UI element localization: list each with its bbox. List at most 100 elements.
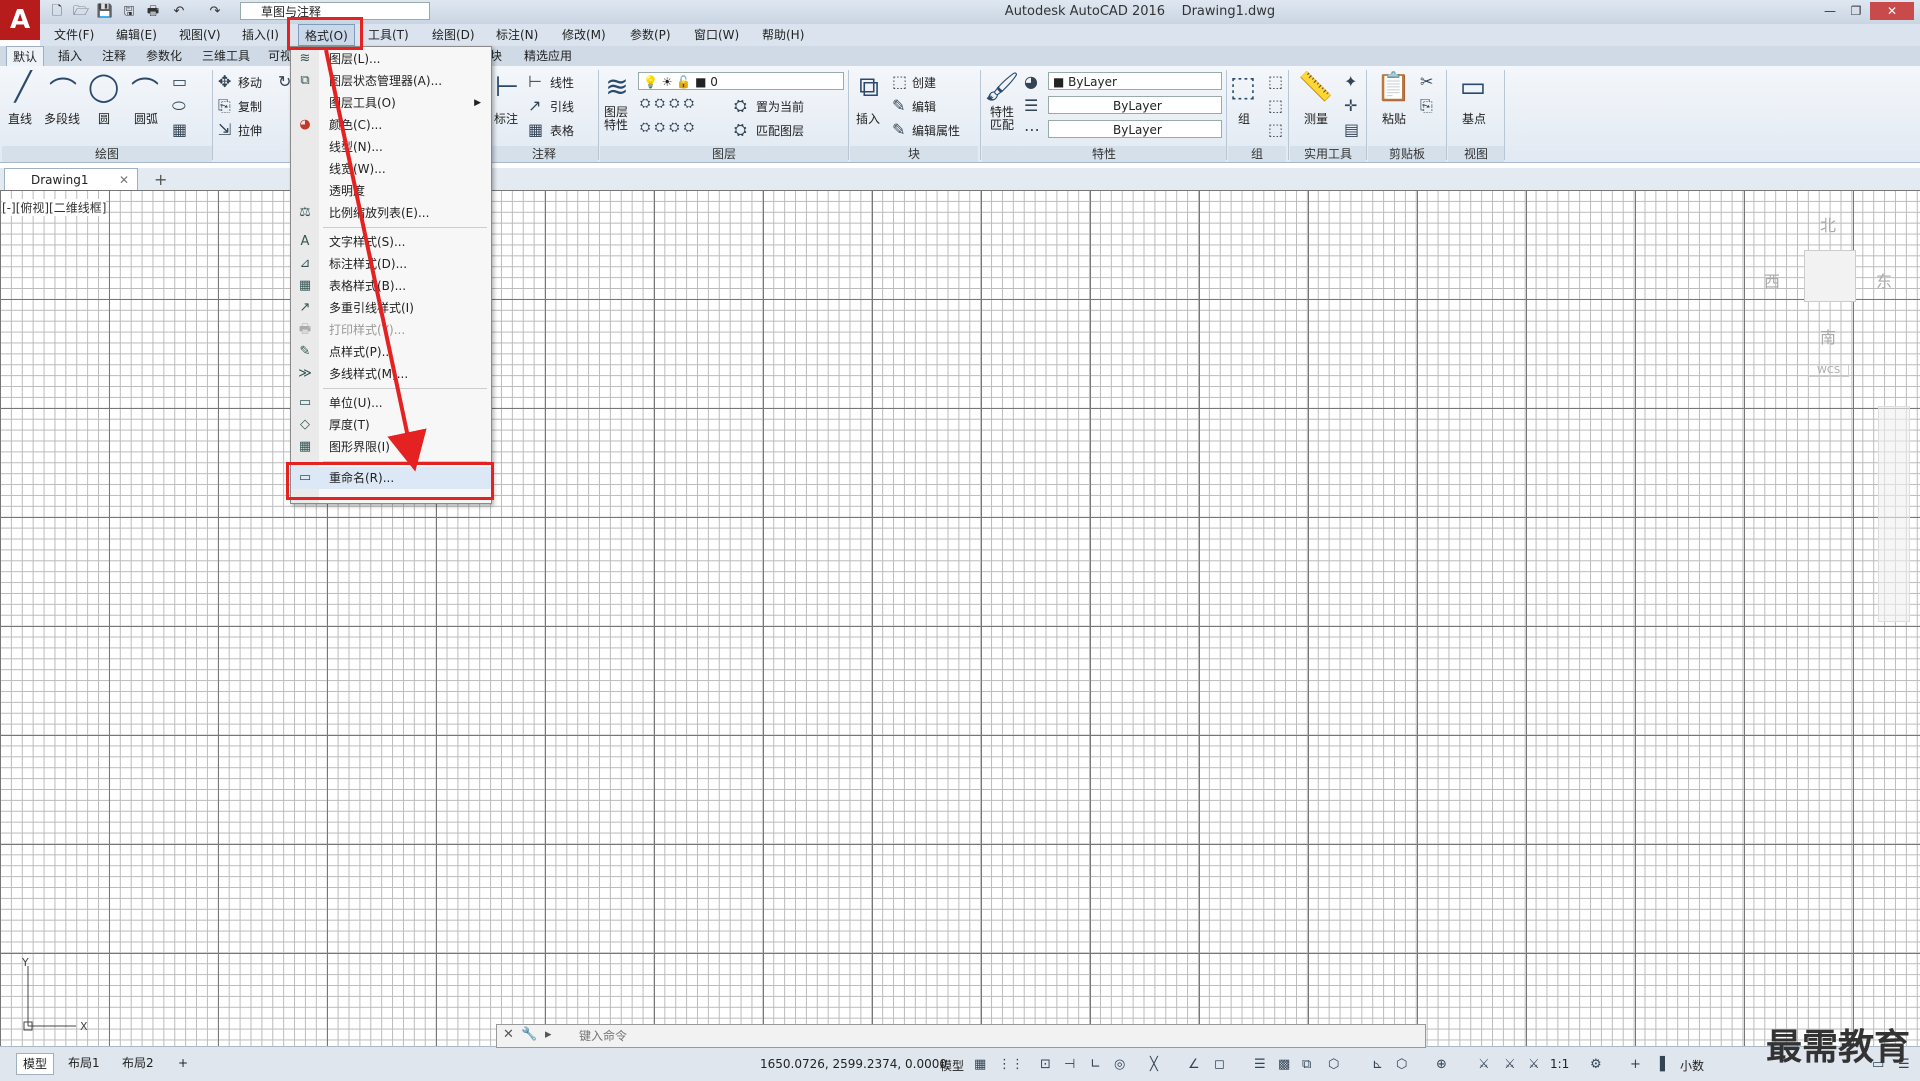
menu-item-point-style[interactable]: ✎ 点样式(P)... (291, 341, 491, 363)
menu-edit[interactable]: 编辑(E) (110, 24, 163, 46)
isolate-icon[interactable]: ▌ (1660, 1057, 1670, 1072)
cut-icon[interactable]: ✂ (1420, 72, 1433, 91)
paste-icon[interactable]: 📋 (1376, 70, 1411, 103)
dimension-icon[interactable]: ⊢ (492, 70, 522, 103)
lineweight-icon[interactable]: ⋯ (1024, 120, 1040, 139)
linear-dim-icon[interactable]: ⊢ (528, 72, 542, 91)
polyline-icon[interactable]: ⌒ (46, 70, 80, 110)
set-current-button[interactable]: 置为当前 (756, 98, 804, 115)
layer-properties-button[interactable]: 图层 特性 (604, 106, 628, 132)
insert-block-icon[interactable]: ⧉ (852, 70, 886, 104)
menu-modify[interactable]: 修改(M) (556, 24, 612, 46)
redo-icon[interactable]: ↷ (206, 3, 224, 21)
tab-annotate[interactable]: 注释 (96, 46, 132, 66)
viewcube-west[interactable]: 西 (1764, 268, 1780, 292)
panel-title-view[interactable]: 视图 (1448, 146, 1504, 162)
menu-item-drawing-limits[interactable]: ▦ 图形界限(I) (291, 436, 491, 458)
new-file-icon[interactable]: 🗋 (48, 3, 66, 21)
menu-item-linetype[interactable]: 线型(N)... (291, 136, 491, 158)
save-icon[interactable]: 💾 (96, 3, 114, 21)
print-icon[interactable]: 🖶 (144, 3, 162, 21)
layout-tab-model[interactable]: 模型 (16, 1053, 55, 1075)
circle-button[interactable]: 圆 (98, 110, 110, 127)
panel-title-clipboard[interactable]: 剪贴板 (1368, 146, 1446, 162)
edit-attributes-button[interactable]: 编辑属性 (912, 122, 960, 139)
polyline-button[interactable]: 多段线 (44, 110, 80, 127)
arc-button[interactable]: 圆弧 (134, 110, 158, 127)
panel-title-groups[interactable]: 组 (1228, 146, 1286, 162)
ellipse-icon[interactable]: ⬭ (172, 96, 186, 116)
tab-parametric[interactable]: 参数化 (140, 46, 188, 66)
measure-button[interactable]: 测量 (1304, 110, 1328, 127)
tab-insert[interactable]: 插入 (52, 46, 88, 66)
edit-block-icon[interactable]: ✎ (892, 96, 905, 115)
measure-icon[interactable]: 📏 (1298, 70, 1333, 103)
selection-cycling-icon[interactable]: ⧉ (1302, 1057, 1311, 1072)
quick-select-icon[interactable]: ✦ (1344, 72, 1357, 91)
move-button[interactable]: 移动 (238, 74, 262, 91)
viewport-controls[interactable]: [-][俯视][二维线框] (2, 199, 107, 216)
open-file-icon[interactable]: 🗁 (72, 3, 90, 21)
stretch-icon[interactable]: ⇲ (218, 120, 231, 139)
ungroup-icon[interactable]: ⬚ (1268, 72, 1283, 91)
layout-tab-layout2[interactable]: 布局2 (116, 1053, 160, 1073)
layer-tools-icon[interactable]: ⛭ ⛭ ⛭ ⛭ (640, 96, 694, 111)
close-tab-icon[interactable]: ✕ (119, 169, 129, 191)
units-select[interactable]: 小数 (1680, 1057, 1704, 1074)
leader-icon[interactable]: ↗ (528, 96, 541, 115)
arc-icon[interactable]: ⌒ (130, 70, 160, 110)
copy-clip-icon[interactable]: ⎘ (1420, 96, 1433, 116)
layer-tools2-icon[interactable]: ⛭ ⛭ ⛭ ⛭ (640, 120, 694, 135)
color-wheel-icon[interactable]: ◕ (1024, 72, 1038, 91)
save-as-icon[interactable]: 🖫 (120, 3, 138, 21)
annotation-visibility-icon[interactable]: ⚔ (1478, 1057, 1490, 1072)
table-button[interactable]: 表格 (550, 122, 574, 139)
navigation-bar[interactable] (1878, 406, 1910, 622)
menu-view[interactable]: 视图(V) (173, 24, 227, 46)
match-layer-button[interactable]: 匹配图层 (756, 122, 804, 139)
tab-featured-apps[interactable]: 精选应用 (518, 46, 578, 66)
edit-block-button[interactable]: 编辑 (912, 98, 936, 115)
viewcube[interactable] (1804, 250, 1856, 302)
calculator-icon[interactable]: ▤ (1344, 120, 1359, 139)
base-point-icon[interactable]: ▭ (1456, 70, 1490, 103)
line-icon[interactable]: ╱ (8, 70, 38, 103)
create-block-button[interactable]: 创建 (912, 74, 936, 91)
menu-item-units[interactable]: ▭ 单位(U)... (291, 392, 491, 414)
menu-item-text-style[interactable]: A 文字样式(S)... (291, 231, 491, 253)
leader-button[interactable]: 引线 (550, 98, 574, 115)
viewcube-north[interactable]: 北 (1820, 212, 1836, 236)
auto-scale-icon[interactable]: ⚔ (1504, 1057, 1516, 1072)
workspace-switch-icon[interactable]: ⚙ (1590, 1057, 1602, 1072)
menu-item-thickness[interactable]: ◇ 厚度(T) (291, 414, 491, 436)
menu-parametric[interactable]: 参数(P) (624, 24, 677, 46)
menu-draw[interactable]: 绘图(D) (426, 24, 481, 46)
add-layout-icon[interactable]: + (172, 1053, 194, 1073)
panel-title-properties[interactable]: 特性 (982, 146, 1226, 162)
hatch-icon[interactable]: ▦ (172, 120, 187, 139)
linear-dim-button[interactable]: 线性 (550, 74, 574, 91)
doc-tab-drawing1[interactable]: Drawing1 ✕ (4, 168, 138, 190)
copy-button[interactable]: 复制 (238, 98, 262, 115)
group-icon[interactable]: ⬚ (1228, 70, 1258, 103)
menu-item-dim-style[interactable]: ⊿ 标注样式(D)... (291, 253, 491, 275)
group-button[interactable]: 组 (1238, 110, 1250, 127)
recent-commands-icon[interactable]: ▸ (545, 1027, 552, 1042)
match-layer-icon[interactable]: ⛭ (734, 120, 747, 140)
linetype-icon[interactable]: ☰ (1024, 96, 1038, 115)
menu-window[interactable]: 窗口(W) (688, 24, 745, 46)
insert-block-button[interactable]: 插入 (856, 110, 880, 127)
stretch-button[interactable]: 拉伸 (238, 122, 262, 139)
wrench-icon[interactable]: 🔧 (521, 1027, 537, 1042)
grid-icon[interactable]: ▦ (974, 1057, 986, 1072)
group-select-icon[interactable]: ⬚ (1268, 120, 1283, 139)
snap-icon[interactable]: ⋮⋮ (998, 1057, 1024, 1072)
dimension-button[interactable]: 标注 (494, 110, 518, 127)
wcs-menu[interactable]: WCS (1808, 364, 1850, 377)
panel-title-annotation[interactable]: 注释 (490, 146, 598, 162)
rectangle-icon[interactable]: ▭ (172, 72, 187, 91)
create-block-icon[interactable]: ⬚ (892, 72, 907, 91)
match-properties-button[interactable]: 特性 匹配 (990, 106, 1014, 132)
viewcube-south[interactable]: 南 (1820, 324, 1836, 348)
lineweight-select[interactable]: ByLayer (1048, 120, 1222, 138)
